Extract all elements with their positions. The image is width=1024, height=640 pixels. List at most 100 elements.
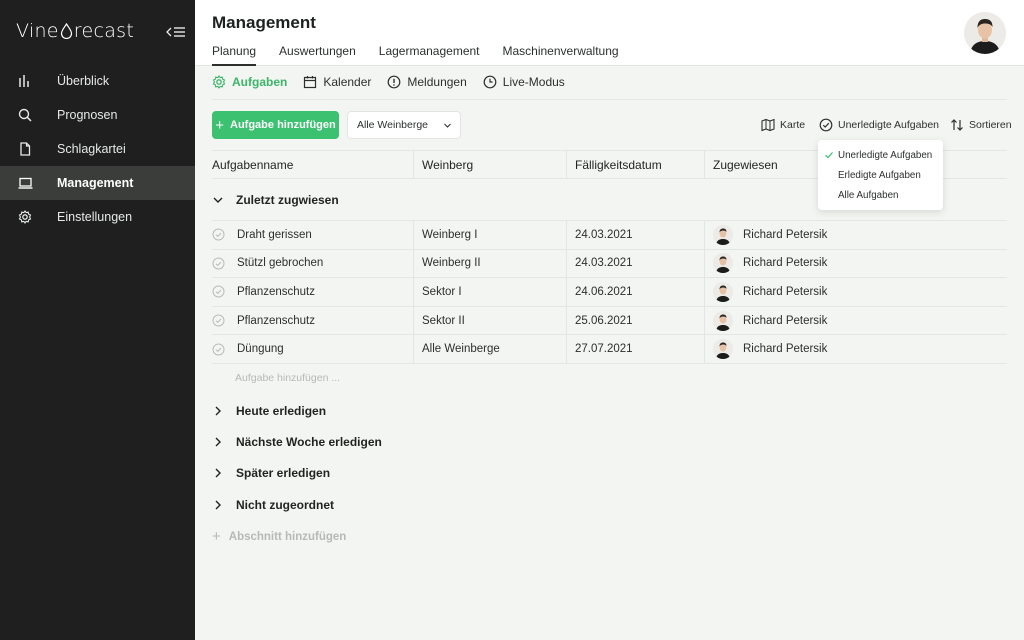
sidebar-item-prognosen[interactable]: Prognosen xyxy=(0,98,195,132)
filter-option-label: Unerledigte Aufgaben xyxy=(838,149,933,161)
assignee-cell: Richard Petersik xyxy=(705,278,1007,306)
section-title: Nächste Woche erledigen xyxy=(236,435,382,449)
vineyard-cell: Sektor I xyxy=(414,278,567,306)
search-icon xyxy=(17,107,33,123)
filter-label: Unerledigte Aufgaben xyxy=(838,119,939,131)
sort-label: Sortieren xyxy=(969,119,1012,131)
subtab-label: Live-Modus xyxy=(502,75,565,89)
main-content: Management Planung Auswertungen Lagerman… xyxy=(195,0,1024,640)
header-tabs: Planung Auswertungen Lagermanagement Mas… xyxy=(212,44,642,66)
filter-option-label: Alle Aufgaben xyxy=(838,189,899,201)
page-header: Management Planung Auswertungen Lagerman… xyxy=(195,0,1024,66)
vineyard-cell: Weinberg I xyxy=(414,221,567,249)
task-name-cell: Stützl gebrochen xyxy=(212,249,414,278)
task-name: Stützl gebrochen xyxy=(237,257,324,270)
check-circle-icon[interactable] xyxy=(212,343,225,356)
filter-dropdown-menu: Unerledigte Aufgaben Erledigte Aufgaben … xyxy=(818,140,943,210)
gear-icon xyxy=(17,209,33,225)
subtab-meldungen[interactable]: Meldungen xyxy=(387,75,467,89)
column-header-faelligkeitsdatum[interactable]: Fälligkeitsdatum xyxy=(567,151,705,178)
divider xyxy=(212,99,1007,100)
assignee-name: Richard Petersik xyxy=(743,314,828,327)
section-spaeter-erledigen[interactable]: Später erledigen xyxy=(212,466,330,480)
task-name-cell: Pflanzenschutz xyxy=(212,278,414,306)
filter-option-label: Erledigte Aufgaben xyxy=(838,169,921,181)
vineyard-cell: Weinberg II xyxy=(414,249,567,278)
sidebar: Vine recast Überblick Prognosen Schlagka… xyxy=(0,0,195,640)
sidebar-item-schlagkartei[interactable]: Schlagkartei xyxy=(0,132,195,166)
clock-icon xyxy=(483,75,497,89)
table-row[interactable]: Pflanzenschutz Sektor II 25.06.2021 Rich… xyxy=(212,306,1007,336)
vineyard-select[interactable]: Alle Weinberge xyxy=(347,111,461,139)
vineyard-cell: Alle Weinberge xyxy=(414,335,567,363)
chevron-right-icon xyxy=(212,436,224,448)
check-circle-icon[interactable] xyxy=(212,257,225,270)
add-task-row-input[interactable]: Aufgabe hinzufügen ... xyxy=(235,372,340,384)
sidebar-item-label: Prognosen xyxy=(57,108,118,122)
section-title: Heute erledigen xyxy=(236,404,327,418)
filter-button[interactable]: Unerledigte Aufgaben xyxy=(819,118,939,132)
check-circle-icon[interactable] xyxy=(212,285,225,298)
sidebar-item-ueberblick[interactable]: Überblick xyxy=(0,64,195,98)
sidebar-item-einstellungen[interactable]: Einstellungen xyxy=(0,200,195,234)
brand-logo[interactable]: Vine recast xyxy=(16,20,134,42)
tab-lagermanagement[interactable]: Lagermanagement xyxy=(379,44,480,66)
subtab-label: Aufgaben xyxy=(232,75,288,89)
vineyard-cell: Sektor II xyxy=(414,306,567,335)
plus-icon: + xyxy=(215,116,225,134)
map-label: Karte xyxy=(780,119,806,131)
section-nicht-zugeordnet[interactable]: Nicht zugeordnet xyxy=(212,498,334,512)
map-button[interactable]: Karte xyxy=(761,118,805,132)
brand-name-start: Vine xyxy=(16,20,59,42)
tab-maschinenverwaltung[interactable]: Maschinenverwaltung xyxy=(503,44,619,66)
check-circle-icon[interactable] xyxy=(212,228,225,241)
avatar xyxy=(713,310,733,331)
user-avatar[interactable] xyxy=(964,12,1006,54)
section-heute-erledigen[interactable]: Heute erledigen xyxy=(212,404,326,418)
task-name: Draht gerissen xyxy=(237,228,312,241)
column-header-weinberg[interactable]: Weinberg xyxy=(414,151,567,178)
task-name: Düngung xyxy=(237,343,284,356)
task-name-cell: Pflanzenschutz xyxy=(212,306,414,335)
assignee-name: Richard Petersik xyxy=(743,343,828,356)
sidebar-item-management[interactable]: Management xyxy=(0,166,195,200)
chevron-right-icon xyxy=(212,467,224,479)
table-row[interactable]: Düngung Alle Weinberge 27.07.2021 Richar… xyxy=(212,335,1007,364)
group-title: Zuletzt zugwiesen xyxy=(236,192,339,207)
plus-icon: + xyxy=(212,528,221,545)
task-name-cell: Draht gerissen xyxy=(212,221,414,249)
check-circle-icon[interactable] xyxy=(212,314,225,327)
add-task-button[interactable]: + Aufgabe hinzufügen xyxy=(212,111,339,139)
add-section-button[interactable]: + Abschnitt hinzufügen xyxy=(212,528,346,545)
assignee-cell: Richard Petersik xyxy=(705,307,1007,335)
calendar-icon xyxy=(303,75,317,89)
table-row[interactable]: Draht gerissen Weinberg I 24.03.2021 Ric… xyxy=(212,221,1007,250)
assignee-cell: Richard Petersik xyxy=(705,335,1007,363)
subtab-kalender[interactable]: Kalender xyxy=(303,75,371,89)
task-rows: Draht gerissen Weinberg I 24.03.2021 Ric… xyxy=(212,221,1007,364)
sort-button[interactable]: Sortieren xyxy=(950,118,1012,132)
table-row[interactable]: Pflanzenschutz Sektor I 24.06.2021 Richa… xyxy=(212,278,1007,307)
section-naechste-woche[interactable]: Nächste Woche erledigen xyxy=(212,435,382,449)
due-date-cell: 25.06.2021 xyxy=(567,306,705,335)
subtab-label: Meldungen xyxy=(407,75,467,89)
tab-planung[interactable]: Planung xyxy=(212,44,257,66)
tab-auswertungen[interactable]: Auswertungen xyxy=(279,44,356,66)
add-task-label: Aufgabe hinzufügen xyxy=(230,119,336,131)
filter-option-erledigte[interactable]: Erledigte Aufgaben xyxy=(818,165,943,185)
table-row[interactable]: Stützl gebrochen Weinberg II 24.03.2021 … xyxy=(212,249,1007,279)
add-section-label: Abschnitt hinzufügen xyxy=(228,530,347,543)
filter-option-unerledigte[interactable]: Unerledigte Aufgaben xyxy=(818,145,943,165)
filter-option-alle[interactable]: Alle Aufgaben xyxy=(818,185,943,205)
vineyard-select-value: Alle Weinberge xyxy=(357,119,429,131)
check-circle-icon xyxy=(819,118,833,132)
page-title: Management xyxy=(212,13,316,32)
column-header-aufgabenname[interactable]: Aufgabenname xyxy=(212,151,414,178)
section-title: Nicht zugeordnet xyxy=(236,498,334,512)
subtab-live-modus[interactable]: Live-Modus xyxy=(483,75,565,89)
subtab-aufgaben[interactable]: Aufgaben xyxy=(212,75,287,89)
gear-icon xyxy=(212,75,226,89)
avatar xyxy=(713,339,733,360)
sidebar-item-label: Überblick xyxy=(57,74,110,88)
collapse-menu-icon[interactable] xyxy=(166,24,186,40)
